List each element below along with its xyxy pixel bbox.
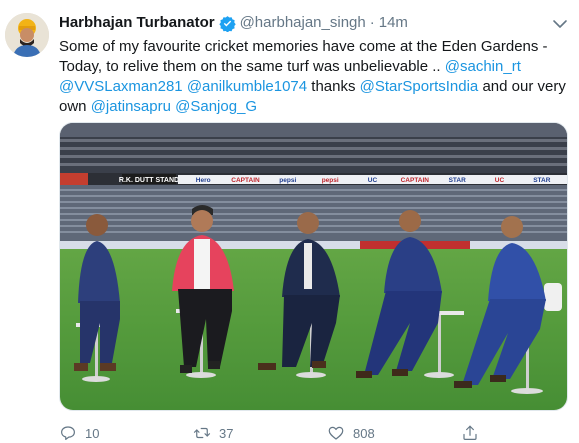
ad-board-text: Hero [196, 177, 211, 184]
mention-link[interactable]: @Sanjog_G [175, 98, 257, 115]
chevron-down-icon[interactable] [550, 16, 570, 32]
reply-count: 10 [85, 425, 100, 441]
verified-badge-icon [218, 15, 236, 32]
tweet-timestamp[interactable]: 14m [379, 13, 408, 33]
tweet[interactable]: Harbhajan Turbanator @harbhajan_singh · … [0, 0, 579, 443]
share-button[interactable] [461, 423, 487, 443]
ad-board-text: STAR [449, 177, 467, 184]
reply-icon [61, 426, 75, 440]
ad-board-text: pepsi [279, 177, 296, 184]
ad-board-text: UC [368, 177, 378, 184]
tweet-header: Harbhajan Turbanator @harbhajan_singh · … [59, 13, 408, 33]
share-icon [463, 425, 477, 440]
reply-button[interactable]: 10 [59, 423, 99, 443]
mention-link[interactable]: @StarSportsIndia [360, 78, 479, 95]
ad-board-text: UC [495, 177, 505, 184]
like-button[interactable]: 808 [327, 423, 375, 443]
avatar[interactable] [5, 13, 49, 57]
mention-link[interactable]: @anilkumble1074 [187, 78, 307, 95]
tweet-text: Some of my favourite cricket memories ha… [59, 37, 569, 117]
heart-icon [328, 426, 344, 440]
user-handle[interactable]: @harbhajan_singh [240, 13, 366, 33]
like-count: 808 [353, 425, 375, 441]
mention-link[interactable]: @jatinsapru [91, 98, 171, 115]
ad-board-text: CAPTAIN [401, 177, 430, 184]
stand-banner: R.K. DUTT STAND [119, 177, 179, 184]
ad-board-text: CAPTAIN [231, 177, 260, 184]
tweet-text-segment: thanks [307, 78, 360, 95]
mention-link[interactable]: @VVSLaxman281 [59, 78, 183, 95]
ad-board-text: pepsi [322, 177, 339, 184]
mention-link[interactable]: @sachin_rt [445, 58, 521, 75]
retweet-button[interactable]: 37 [193, 423, 233, 443]
retweet-icon [193, 427, 211, 439]
display-name[interactable]: Harbhajan Turbanator [59, 13, 215, 33]
ad-board-text: STAR [533, 177, 551, 184]
retweet-count: 37 [219, 425, 234, 441]
tweet-photo[interactable]: R.K. DUTT STAND Hero CAPTAIN pepsi pepsi UC C… [59, 122, 568, 411]
header-separator: · [369, 14, 375, 31]
